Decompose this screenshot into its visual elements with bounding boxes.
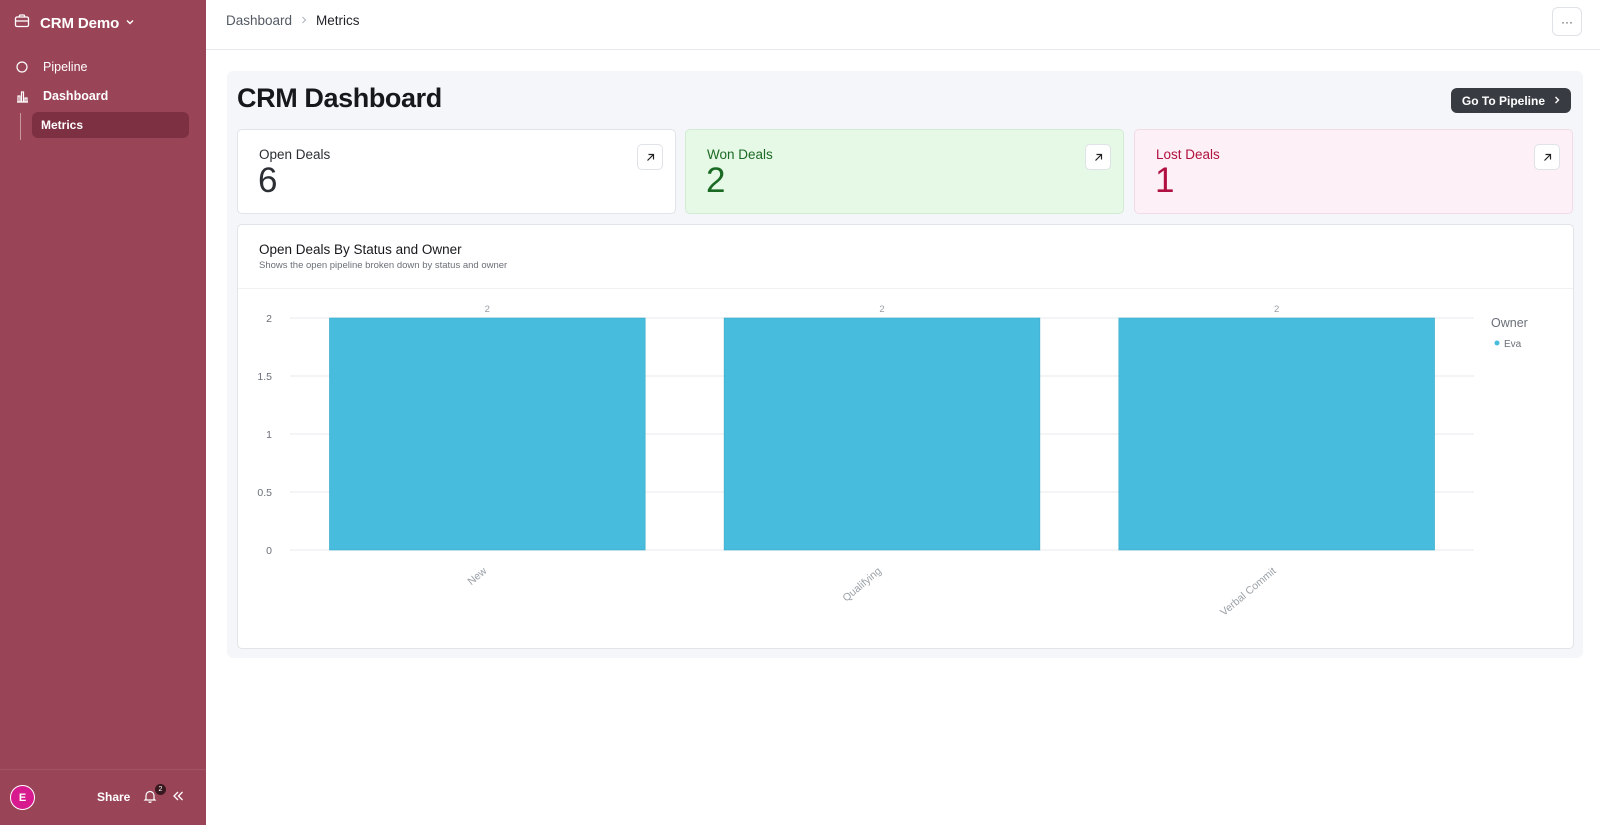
- breadcrumb-metrics[interactable]: Metrics: [316, 13, 360, 28]
- bar: [1118, 317, 1435, 551]
- data-label: 2: [879, 304, 884, 315]
- chevron-right-icon: [1553, 94, 1561, 108]
- sidebar-footer: E Share 2: [0, 769, 206, 825]
- briefcase-icon: [14, 13, 30, 34]
- y-tick-label: 1: [266, 429, 272, 441]
- breadcrumb: Dashboard Metrics: [226, 13, 360, 28]
- sidebar-item-label: Pipeline: [43, 60, 88, 74]
- won-deals-link-button[interactable]: [1085, 144, 1111, 170]
- arrow-up-right-icon: [1094, 153, 1102, 161]
- chevron-right-icon: [300, 14, 308, 28]
- sidebar: CRM Demo Pipeline Dashboard Metrics E Sh…: [0, 0, 206, 825]
- y-tick-label: 0: [266, 545, 272, 557]
- lost-deals-link-button[interactable]: [1534, 144, 1560, 170]
- sidebar-item-label: Dashboard: [43, 89, 109, 103]
- data-label: 2: [485, 304, 490, 315]
- app-name: CRM Demo: [40, 14, 120, 32]
- chevron-down-icon: [125, 14, 135, 32]
- sidebar-item-dashboard[interactable]: Dashboard: [8, 83, 190, 109]
- collapse-sidebar-icon[interactable]: [171, 789, 187, 805]
- card-label: Won Deals: [707, 147, 773, 162]
- data-label: 2: [1274, 304, 1279, 315]
- bar-chart-icon: [14, 88, 30, 104]
- x-tick-label: Qualifying: [840, 565, 884, 604]
- won-deals-card: Won Deals 2: [685, 129, 1124, 214]
- card-value: 1: [1155, 161, 1175, 200]
- y-tick-label: 0.5: [257, 487, 272, 499]
- submenu-guide-line: [20, 113, 21, 140]
- sidebar-item-label: Metrics: [41, 118, 84, 132]
- bar: [329, 317, 646, 551]
- more-options-button[interactable]: ···: [1552, 7, 1582, 36]
- arrow-up-right-icon: [1543, 153, 1551, 161]
- deals-chart-card: Open Deals By Status and Owner Shows the…: [237, 224, 1574, 649]
- share-button[interactable]: Share: [97, 790, 130, 804]
- legend-entry: Eva: [1504, 339, 1522, 350]
- workspace-switcher[interactable]: CRM Demo: [14, 12, 135, 34]
- go-to-pipeline-button[interactable]: Go To Pipeline: [1450, 88, 1571, 113]
- sidebar-item-pipeline[interactable]: Pipeline: [8, 54, 190, 80]
- card-label: Lost Deals: [1156, 147, 1220, 162]
- legend-swatch: [1494, 340, 1500, 346]
- bar: [723, 317, 1041, 551]
- open-deals-card: Open Deals 6: [237, 129, 676, 214]
- bar-chart: 0 0.5 1 1.5 2 2 New 2 Qualifying 2 Verbal Commit Ow…: [257, 304, 1528, 619]
- avatar-initial: E: [18, 791, 27, 804]
- dashboard-panel: CRM Dashboard Go To Pipeline Open Deals …: [227, 71, 1583, 658]
- card-value: 6: [258, 161, 278, 200]
- page-title: CRM Dashboard: [237, 83, 442, 113]
- avatar[interactable]: E: [10, 785, 35, 810]
- y-tick-label: 1.5: [257, 371, 272, 383]
- ellipsis-icon: ···: [1561, 14, 1573, 29]
- top-bar: Dashboard Metrics ···: [206, 0, 1600, 50]
- open-deals-link-button[interactable]: [637, 144, 663, 170]
- circle-icon: [14, 59, 30, 75]
- card-label: Open Deals: [259, 147, 331, 162]
- lost-deals-card: Lost Deals 1: [1134, 129, 1573, 214]
- arrow-up-right-icon: [646, 153, 654, 161]
- legend-title: Owner: [1491, 316, 1528, 330]
- notification-badge: 2: [155, 784, 166, 795]
- x-tick-label: Verbal Commit: [1218, 565, 1279, 619]
- x-tick-label: New: [465, 565, 489, 588]
- go-to-pipeline-label: Go To Pipeline: [1461, 93, 1545, 108]
- sidebar-item-metrics[interactable]: Metrics: [32, 112, 189, 138]
- breadcrumb-dashboard[interactable]: Dashboard: [226, 13, 292, 28]
- card-value: 2: [706, 161, 726, 200]
- y-tick-label: 2: [266, 313, 272, 325]
